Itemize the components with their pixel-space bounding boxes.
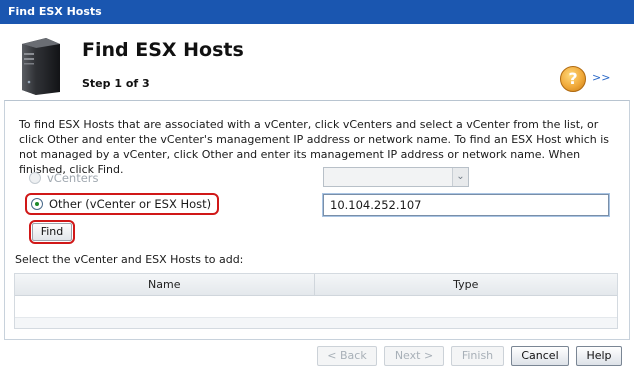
instructions-text: To find ESX Hosts that are associated wi…: [19, 118, 610, 176]
page-title: Find ESX Hosts: [82, 39, 244, 61]
radio-other-button[interactable]: [31, 198, 43, 210]
expand-arrows-link[interactable]: >>: [592, 71, 610, 84]
wizard-footer: < Back Next > Finish Cancel Help: [0, 340, 634, 387]
radio-other[interactable]: Other (vCenter or ESX Host): [25, 193, 220, 215]
column-header-type[interactable]: Type: [315, 274, 618, 295]
chevron-down-icon[interactable]: ⌄: [452, 168, 468, 186]
window-title: Find ESX Hosts: [8, 5, 102, 18]
back-button[interactable]: < Back: [317, 346, 377, 366]
help-question-icon[interactable]: ?: [560, 66, 586, 92]
select-hosts-label: Select the vCenter and ESX Hosts to add:: [15, 253, 244, 266]
table-header: Name Type: [15, 274, 617, 296]
radio-vcenters-label: vCenters: [47, 171, 99, 185]
hosts-table: Name Type: [14, 273, 618, 329]
wizard-content-panel: To find ESX Hosts that are associated wi…: [4, 100, 630, 340]
radio-other-label: Other (vCenter or ESX Host): [49, 197, 212, 211]
radio-vcenters[interactable]: vCenters: [29, 171, 99, 185]
help-button[interactable]: Help: [576, 346, 622, 366]
vcenter-select[interactable]: ⌄: [323, 167, 469, 187]
table-footer: [15, 318, 617, 328]
next-button[interactable]: Next >: [384, 346, 444, 366]
column-header-name[interactable]: Name: [15, 274, 315, 295]
radio-vcenters-button[interactable]: [29, 172, 41, 184]
server-tower-icon: [22, 38, 60, 95]
finish-button[interactable]: Finish: [451, 346, 504, 366]
ip-address-input[interactable]: [323, 194, 609, 216]
find-button-highlight: Find: [29, 220, 75, 244]
cancel-button[interactable]: Cancel: [511, 346, 569, 366]
wizard-header: Find ESX Hosts Step 1 of 3 ? >>: [0, 24, 634, 100]
window-title-bar: Find ESX Hosts: [0, 0, 634, 24]
table-body: [15, 296, 617, 318]
step-indicator: Step 1 of 3: [82, 77, 150, 90]
find-button[interactable]: Find: [32, 223, 72, 241]
